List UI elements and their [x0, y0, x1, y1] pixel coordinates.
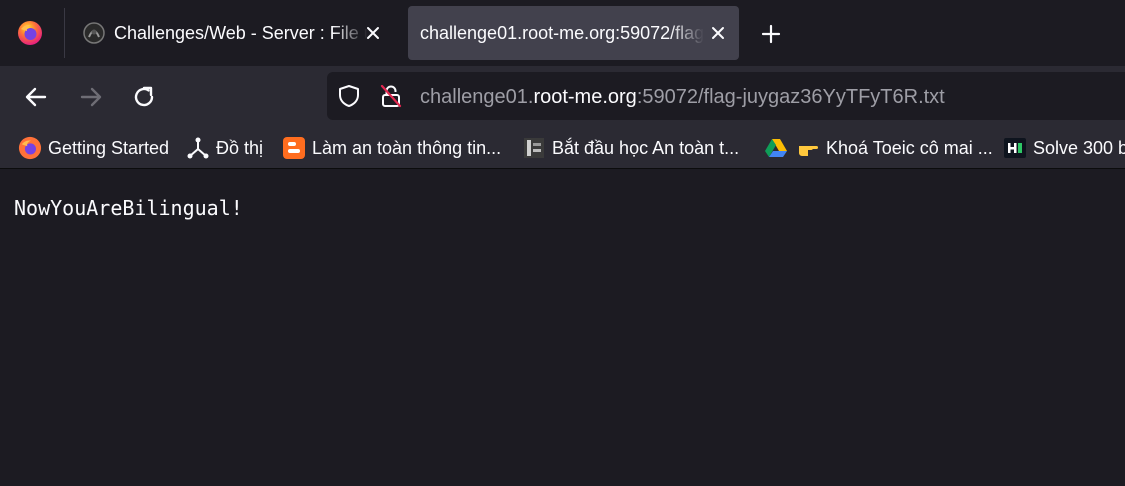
address-bar[interactable]: challenge01.root-me.org:59072/flag-juyga…	[327, 72, 1125, 120]
bookmark-solve-300[interactable]: Solve 300 b	[1003, 135, 1125, 161]
tracking-protection-shield-icon[interactable]	[337, 84, 361, 108]
bookmarks-toolbar: Getting Started Đồ thị Làm an toàn thông…	[0, 128, 1125, 169]
close-tab-icon[interactable]	[707, 22, 729, 44]
url-path: :59072/flag-juygaz36YyTFyT6R.txt	[636, 86, 945, 108]
bookmark-google-drive[interactable]	[764, 135, 788, 161]
insecure-lock-icon[interactable]	[379, 84, 403, 108]
reload-button[interactable]	[129, 82, 159, 112]
tab-title: challenge01.root-me.org:59072/flag-juyga…	[420, 23, 704, 43]
tab-challenges[interactable]: Challenges/Web - Server : File upload - …	[72, 6, 394, 60]
bookmark-label: Solve 300 b	[1033, 137, 1125, 158]
bookmark-khoa-toeic[interactable]: Khoá Toeic cô mai ...	[796, 135, 993, 161]
tab-bar: Challenges/Web - Server : File upload - …	[0, 0, 1125, 66]
url-domain: root-me.org	[533, 86, 637, 108]
bookmark-lam-an-toan[interactable]: Làm an toàn thông tin...	[282, 135, 501, 161]
blogger-icon	[282, 136, 306, 160]
bookmark-label: Bắt đầu học An toàn t...	[552, 137, 740, 158]
tab-separator	[64, 8, 65, 58]
bookmark-getting-started[interactable]: Getting Started	[18, 135, 169, 161]
url-text[interactable]: challenge01.root-me.org:59072/flag-juyga…	[420, 85, 945, 109]
graph-icon	[186, 136, 210, 160]
pointing-hand-icon	[796, 136, 820, 160]
navigation-toolbar: challenge01.root-me.org:59072/flag-juyga…	[0, 66, 1125, 128]
bookmark-do-thi[interactable]: Đồ thị	[186, 135, 263, 161]
new-tab-button[interactable]	[757, 20, 785, 48]
hackerrank-icon	[1003, 136, 1027, 160]
tab-title: Challenges/Web - Server : File upload - …	[114, 23, 368, 43]
firefox-menu-icon[interactable]	[17, 20, 43, 46]
tab-flag[interactable]: challenge01.root-me.org:59072/flag-juyga…	[408, 6, 739, 60]
forward-button[interactable]	[76, 82, 106, 112]
url-prefix: challenge01.	[420, 86, 534, 108]
back-button[interactable]	[21, 82, 51, 112]
book-icon	[522, 136, 546, 160]
firefox-icon	[18, 136, 42, 160]
plus-icon	[761, 24, 781, 44]
bookmark-label: Đồ thị	[216, 137, 264, 158]
flag-text: NowYouAreBilingual!	[14, 196, 243, 220]
bookmark-label: Khoá Toeic cô mai ...	[826, 137, 993, 158]
rootme-icon	[82, 21, 106, 45]
bookmark-label: Getting Started	[48, 137, 170, 158]
close-tab-icon[interactable]	[362, 22, 384, 44]
bookmark-bat-dau-hoc[interactable]: Bắt đầu học An toàn t...	[522, 135, 739, 161]
google-drive-icon	[764, 136, 788, 160]
reload-icon	[134, 86, 154, 107]
forward-arrow-icon	[80, 87, 102, 107]
page-content: NowYouAreBilingual!	[0, 169, 1125, 486]
browser-window: Challenges/Web - Server : File upload - …	[0, 0, 1125, 486]
bookmark-label: Làm an toàn thông tin...	[312, 137, 502, 158]
back-arrow-icon	[25, 87, 47, 107]
